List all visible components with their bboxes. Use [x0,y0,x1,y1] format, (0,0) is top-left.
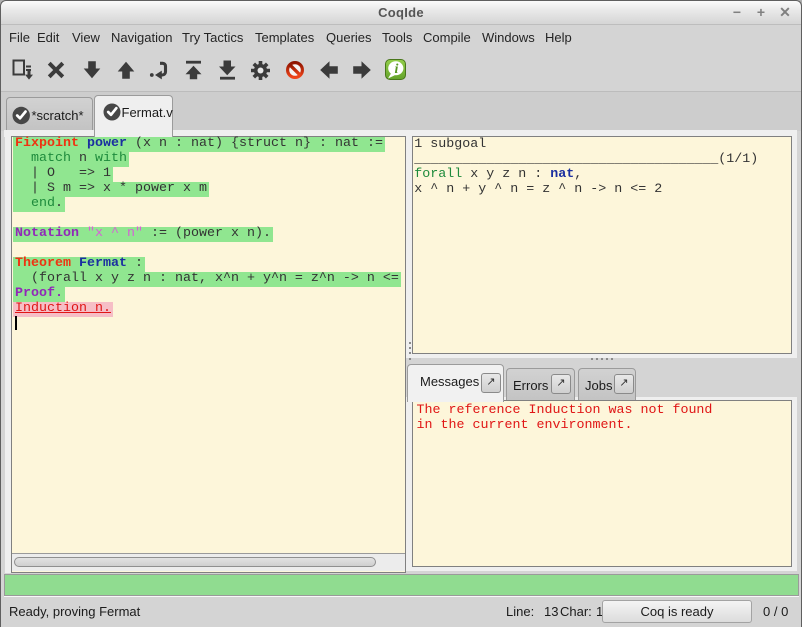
svg-text:i: i [395,62,399,77]
